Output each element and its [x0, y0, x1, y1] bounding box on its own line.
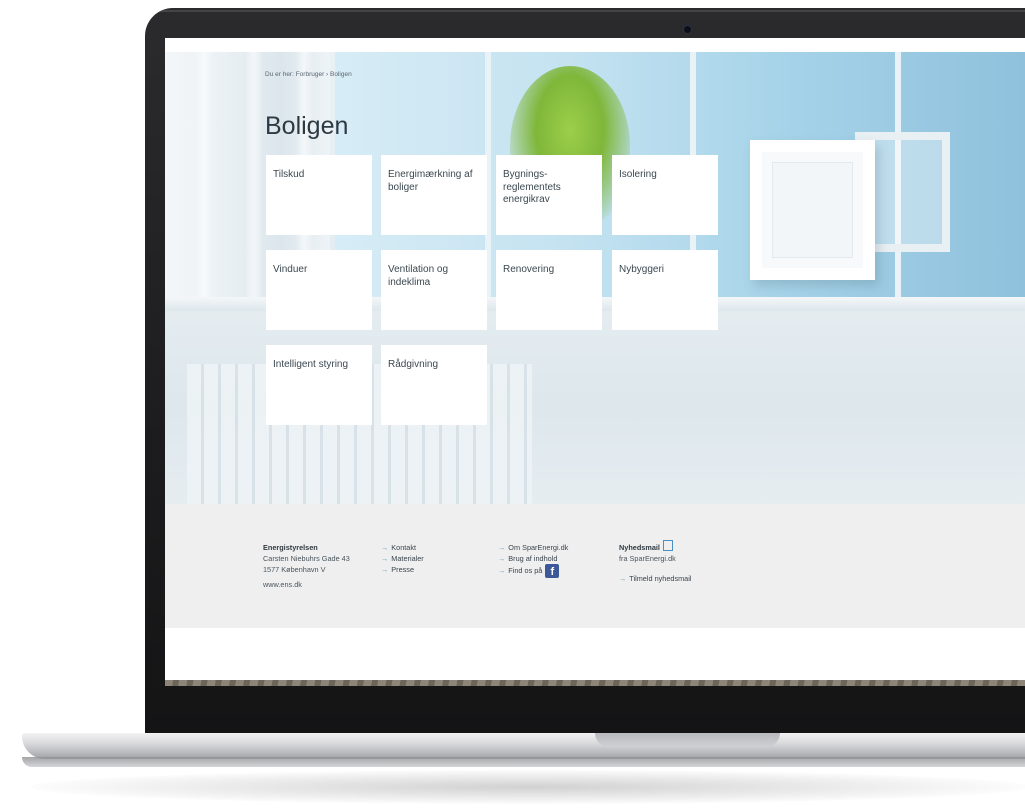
- footer-link-label: Kontakt: [391, 543, 417, 552]
- newsletter-title: Nyhedsmail: [619, 543, 660, 552]
- page-bottom-area: [165, 628, 1025, 686]
- footer-org-column: Energistyrelsen Carsten Niebuhrs Gade 43…: [263, 542, 350, 590]
- footer-about-column: → Om SparEnergi.dk → Brug af indhold → Find…: [498, 542, 568, 578]
- browser-strip: [165, 38, 1025, 52]
- footer-org-name: Energistyrelsen: [263, 543, 318, 552]
- footer-website-link[interactable]: www.ens.dk: [263, 579, 350, 590]
- tile-bygningsreglementet[interactable]: Bygnings-reglementets energikrav: [496, 155, 602, 235]
- footer-link-materialer[interactable]: → Materialer: [381, 553, 424, 564]
- footer-links-column: → Kontakt → Materialer → Presse: [381, 542, 424, 575]
- tile-raadgivning[interactable]: Rådgivning: [381, 345, 487, 425]
- arrow-right-icon: →: [498, 554, 506, 563]
- laptop-shadow: [30, 770, 1025, 804]
- photo-frame-inner: [772, 162, 853, 258]
- footer-link-presse[interactable]: → Presse: [381, 564, 424, 575]
- facebook-icon[interactable]: f: [545, 564, 560, 578]
- floor-strip: [165, 680, 1025, 686]
- tile-isolering[interactable]: Isolering: [612, 155, 718, 235]
- footer-link-find-os[interactable]: → Find os på f: [498, 564, 568, 578]
- tile-tilskud[interactable]: Tilskud: [266, 155, 372, 235]
- tile-ventilation[interactable]: Ventilation og indeklima: [381, 250, 487, 330]
- footer-link-label: Materialer: [391, 554, 424, 563]
- laptop-bezel-highlight: [148, 10, 1025, 12]
- newsletter-signup-link[interactable]: → Tilmeld nyhedsmail: [619, 573, 691, 584]
- footer-link-label: Om SparEnergi.dk: [508, 543, 569, 552]
- laptop-base-notch: [595, 733, 780, 747]
- arrow-right-icon: →: [381, 565, 389, 574]
- newsletter-heading: Nyhedsmail: [619, 540, 691, 553]
- tile-renovering[interactable]: Renovering: [496, 250, 602, 330]
- webcam-icon: [684, 26, 691, 33]
- photo-frame-image: [750, 140, 875, 280]
- laptop-screen: Du er her: Forbruger › Boligen Boligen T…: [165, 38, 1025, 686]
- footer-newsletter-column: Nyhedsmail fra SparEnergi.dk → Tilmeld ny…: [619, 540, 691, 584]
- arrow-right-icon: →: [498, 565, 506, 575]
- footer-link-brug-af-indhold[interactable]: → Brug af indhold: [498, 553, 568, 564]
- laptop-base: [22, 733, 1025, 759]
- tile-intelligent-styring[interactable]: Intelligent styring: [266, 345, 372, 425]
- footer-link-om-sparenergi[interactable]: → Om SparEnergi.dk: [498, 542, 568, 553]
- hero-section: Du er her: Forbruger › Boligen Boligen T…: [165, 52, 1025, 504]
- newsletter-signup-label: Tilmeld nyhedsmail: [629, 574, 692, 583]
- laptop-base-lip: [22, 757, 1025, 767]
- arrow-right-icon: →: [381, 543, 389, 552]
- tile-vinduer[interactable]: Vinduer: [266, 250, 372, 330]
- footer: Energistyrelsen Carsten Niebuhrs Gade 43…: [165, 504, 1025, 628]
- footer-link-label: Brug af indhold: [508, 554, 558, 563]
- arrow-right-icon: →: [381, 554, 389, 563]
- breadcrumb[interactable]: Du er her: Forbruger › Boligen: [265, 71, 352, 78]
- arrow-right-icon: →: [619, 574, 627, 583]
- newsletter-subtitle: fra SparEnergi.dk: [619, 554, 676, 563]
- footer-link-kontakt[interactable]: → Kontakt: [381, 542, 424, 553]
- tile-nybyggeri[interactable]: Nybyggeri: [612, 250, 718, 330]
- footer-address-city: 1577 København V: [263, 565, 326, 574]
- footer-link-label: Presse: [391, 565, 415, 574]
- mail-icon[interactable]: [662, 540, 673, 551]
- page-title: Boligen: [265, 112, 349, 140]
- tile-energimaerkning[interactable]: Energimærkning af boliger: [381, 155, 487, 235]
- footer-address-street: Carsten Niebuhrs Gade 43: [263, 554, 350, 563]
- arrow-right-icon: →: [498, 543, 506, 552]
- footer-link-label: Find os på: [508, 565, 543, 575]
